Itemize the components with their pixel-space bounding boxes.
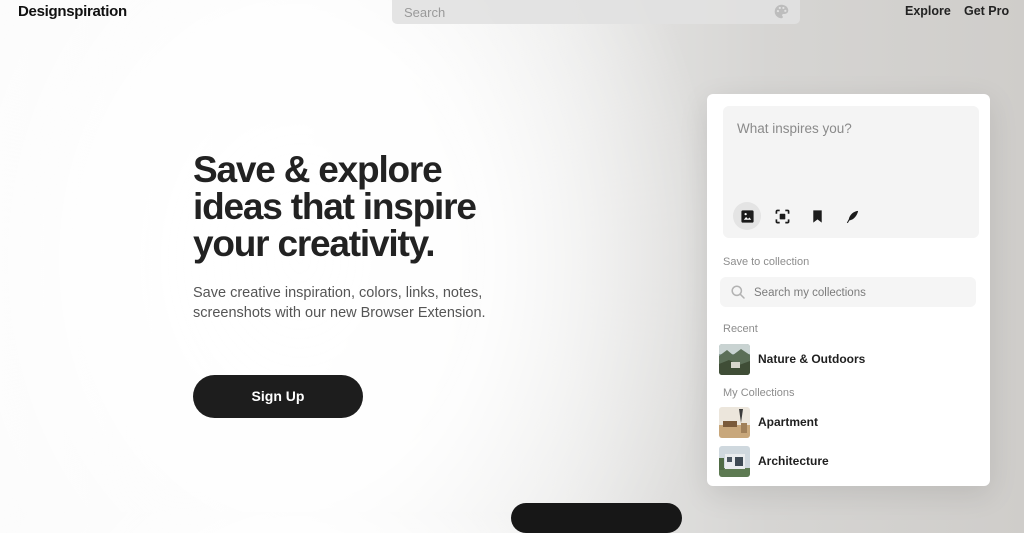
hero-title: Save & explore ideas that inspire your c…	[193, 151, 523, 262]
collection-item-label: Apartment	[758, 415, 819, 429]
hero-subtitle-line: Save creative inspiration, colors, links…	[193, 285, 483, 301]
hero-subtitle: Save creative inspiration, colors, links…	[193, 283, 513, 323]
recent-label: Recent	[723, 323, 758, 335]
search-icon	[731, 285, 745, 299]
hero: Save & explore ideas that inspire your c…	[193, 151, 523, 321]
collection-item-nature-outdoors[interactable]: Nature & Outdoors	[719, 344, 979, 376]
collection-item-architecture[interactable]: Architecture	[719, 446, 979, 478]
compose-area[interactable]: What inspires you?	[723, 106, 979, 238]
feather-icon	[846, 210, 858, 223]
hero-subtitle-line: screenshots with our new Browser Extensi…	[193, 305, 486, 321]
image-icon	[740, 209, 754, 223]
image-tool-button[interactable]	[733, 202, 761, 230]
bookmark-tool-button[interactable]	[803, 202, 831, 230]
nav-get-pro-link[interactable]: Get Pro	[964, 4, 1009, 18]
collection-item-label: Nature & Outdoors	[758, 352, 866, 366]
collection-thumbnail	[719, 344, 750, 375]
collection-search-input[interactable]	[752, 277, 966, 309]
bookmark-icon	[812, 209, 822, 223]
note-tool-button[interactable]	[838, 202, 866, 230]
collection-item-apartment[interactable]: Apartment	[719, 407, 979, 439]
palette-icon[interactable]	[773, 3, 790, 20]
my-collections-label: My Collections	[723, 387, 795, 399]
compose-placeholder: What inspires you?	[737, 121, 852, 136]
header: Designspiration Explore Get Pro	[0, 0, 1024, 28]
screenshot-icon	[775, 209, 789, 223]
hero-title-line: ideas that inspire	[193, 186, 477, 227]
save-to-collection-label: Save to collection	[723, 256, 810, 268]
secondary-button[interactable]	[511, 503, 682, 533]
sign-up-button[interactable]: Sign Up	[193, 375, 363, 418]
collection-search[interactable]	[720, 277, 976, 309]
collection-item-label: Architecture	[758, 454, 829, 468]
screenshot-tool-button[interactable]	[768, 202, 796, 230]
collection-thumbnail	[719, 407, 750, 438]
nav-explore-link[interactable]: Explore	[905, 4, 951, 18]
logo[interactable]: Designspiration	[18, 3, 127, 20]
hero-title-line: Save & explore	[193, 149, 443, 190]
search-input[interactable]	[392, 0, 776, 24]
browser-extension-panel: What inspires you? Save to collection Se…	[707, 94, 990, 486]
search-bar[interactable]	[392, 0, 800, 24]
collection-thumbnail	[719, 446, 750, 477]
hero-title-line: your creativity.	[193, 223, 435, 264]
